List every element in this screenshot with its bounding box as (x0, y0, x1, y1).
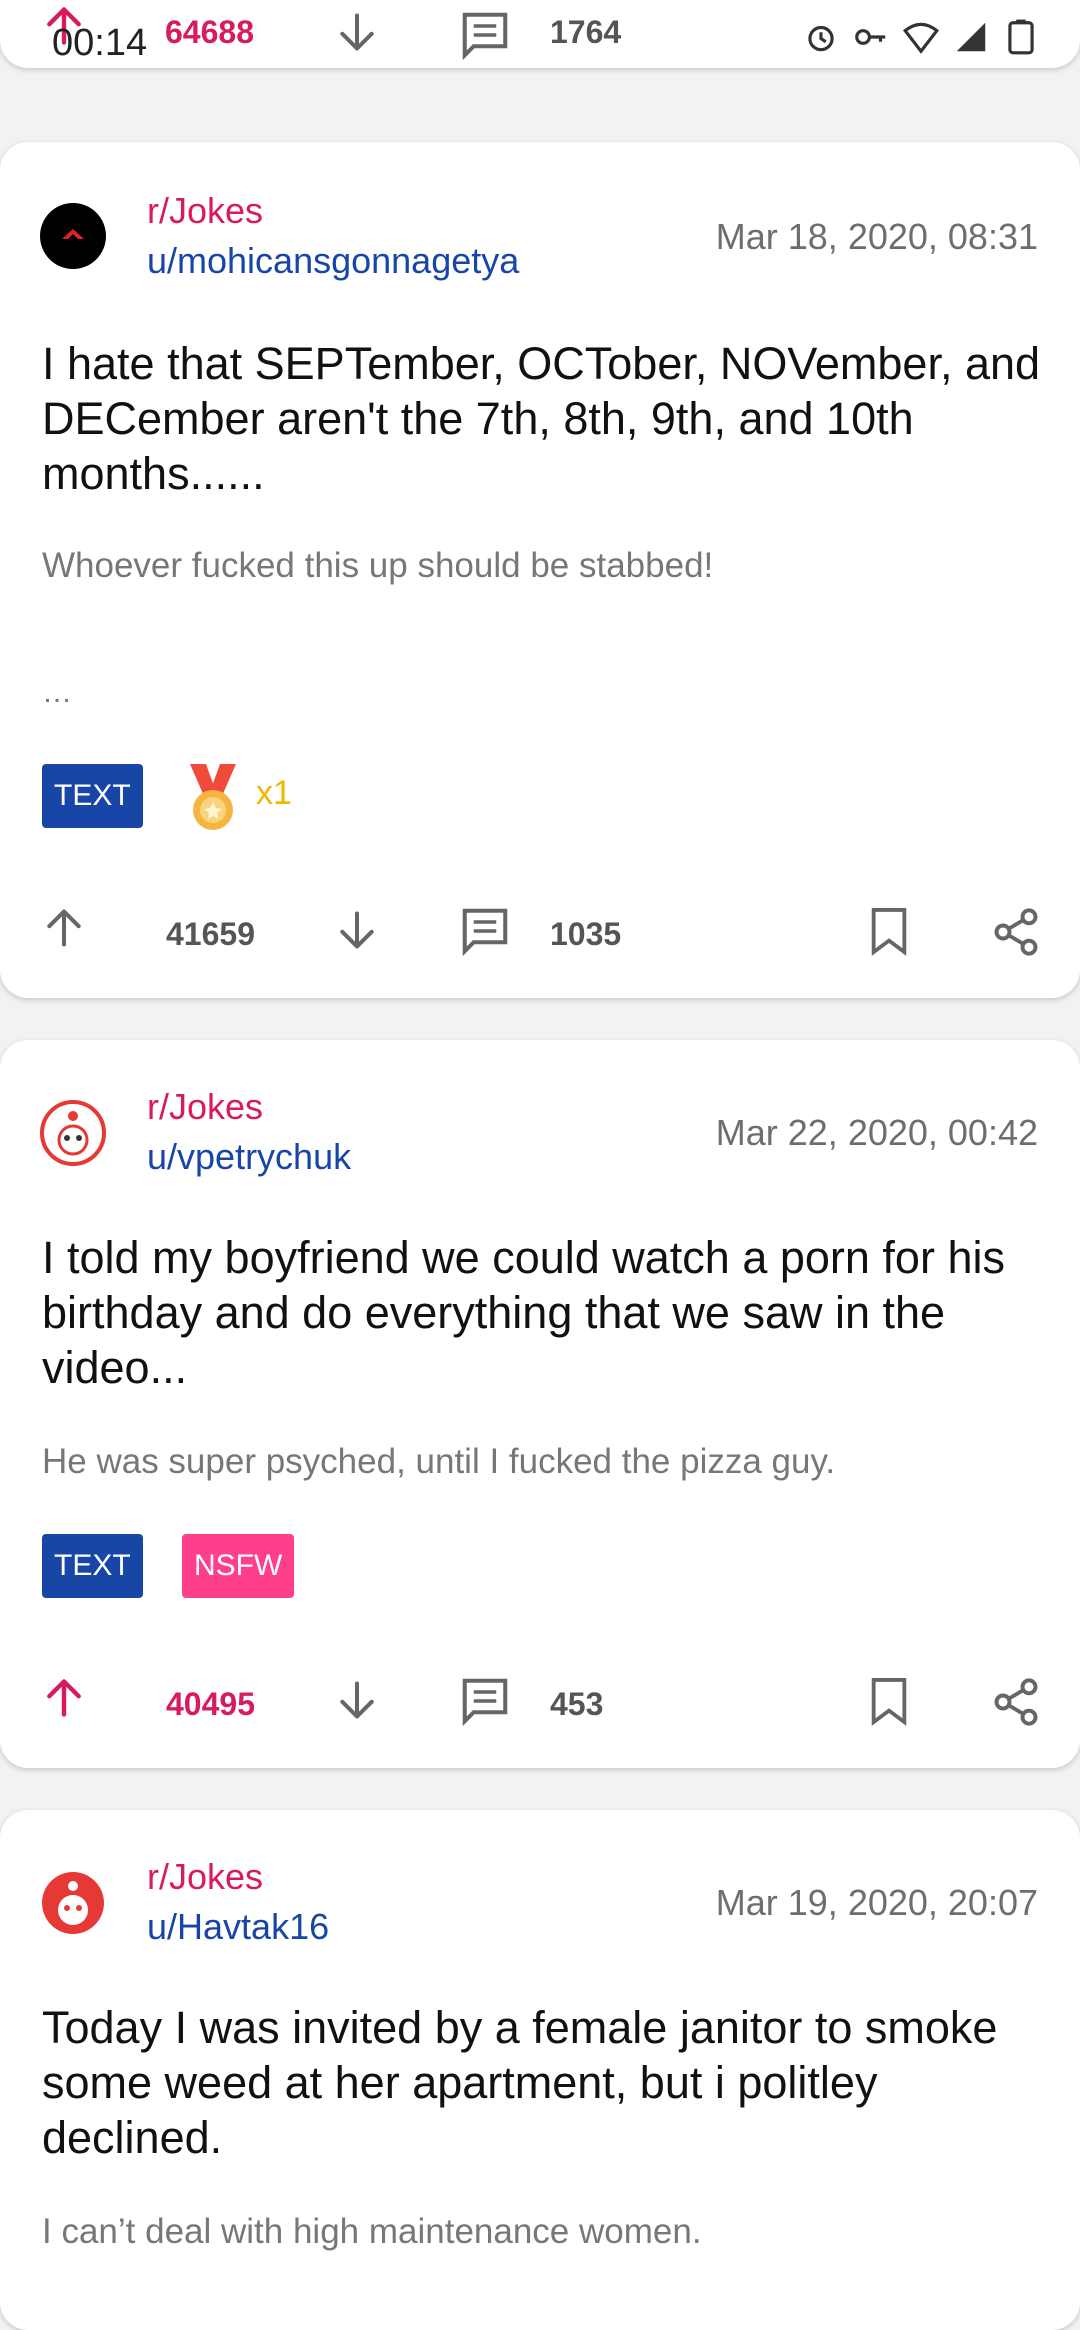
save-bookmark-button[interactable] (866, 1676, 912, 1726)
upvote-count: 41659 (166, 916, 255, 952)
medal-award-icon (182, 762, 244, 834)
post-body: He was super psyched, until I fucked the… (42, 1442, 836, 1481)
post-date: Mar 19, 2020, 20:07 (715, 1882, 1038, 1923)
post-title[interactable]: I told my boyfriend we could watch a por… (42, 1230, 1042, 1395)
tag-nsfw: NSFW (182, 1534, 295, 1598)
post-body: I can’t deal with high maintenance women… (42, 2212, 702, 2251)
comment-count: 1035 (550, 916, 622, 952)
downvote-button-prev[interactable] (335, 10, 379, 54)
comments-button[interactable] (458, 1674, 512, 1728)
award-count: x1 (256, 774, 292, 812)
avatar[interactable] (40, 1870, 106, 1936)
username-link[interactable]: u/Havtak16 (147, 1906, 329, 1948)
username-link[interactable]: u/mohicansgonnagetya (147, 240, 519, 282)
post-title[interactable]: I hate that SEPTember, OCTober, NOVember… (42, 336, 1042, 501)
comments-button[interactable] (458, 904, 512, 958)
downvote-button[interactable] (335, 1678, 379, 1722)
downvote-button[interactable] (335, 908, 379, 952)
post-card[interactable]: r/Jokes u/vpetrychuk Mar 22, 2020, 00:42… (0, 1040, 1080, 1768)
comment-count: 453 (550, 1686, 604, 1722)
subreddit-link[interactable]: r/Jokes (147, 1086, 263, 1128)
share-button[interactable] (990, 906, 1042, 958)
post-card[interactable]: r/Jokes u/mohicansgonnagetya Mar 18, 202… (0, 142, 1080, 998)
post-date: Mar 22, 2020, 00:42 (715, 1112, 1038, 1153)
subreddit-link[interactable]: r/Jokes (147, 1856, 263, 1898)
upvote-button[interactable] (42, 906, 86, 950)
comment-count-prev: 1764 (550, 14, 622, 50)
previous-post-card[interactable]: 64688 1764 (0, 0, 1080, 68)
subreddit-link[interactable]: r/Jokes (147, 190, 263, 232)
post-body: Whoever fucked this up should be stabbed… (42, 546, 714, 585)
tag-text: TEXT (42, 1534, 143, 1598)
upvote-button[interactable] (42, 1676, 86, 1720)
save-bookmark-button[interactable] (866, 906, 912, 956)
avatar[interactable] (40, 1100, 106, 1166)
username-link[interactable]: u/vpetrychuk (147, 1136, 351, 1178)
upvote-button-prev[interactable] (42, 4, 86, 48)
tag-text: TEXT (42, 764, 143, 828)
upvote-count-prev: 64688 (165, 14, 254, 50)
share-button[interactable] (990, 1676, 1042, 1728)
avatar[interactable] (40, 203, 106, 269)
post-card[interactable]: r/Jokes u/Havtak16 Mar 19, 2020, 20:07 T… (0, 1810, 1080, 2330)
comments-button-prev[interactable] (458, 8, 512, 62)
post-date: Mar 18, 2020, 08:31 (715, 216, 1038, 257)
post-title[interactable]: Today I was invited by a female janitor … (42, 2000, 1042, 2165)
more-indicator: … (42, 676, 72, 709)
upvote-count: 40495 (166, 1686, 255, 1722)
